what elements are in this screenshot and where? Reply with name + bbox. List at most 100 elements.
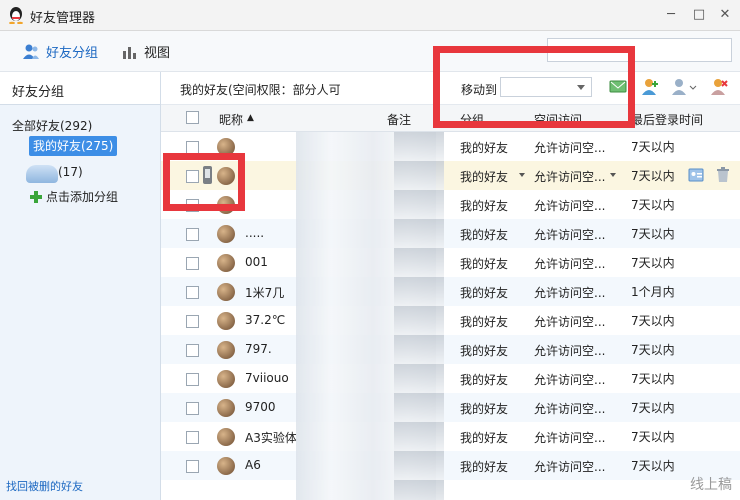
space-access-cell: 允许访问空... (534, 373, 606, 387)
space-access-cell: 允许访问空... (534, 344, 606, 358)
close-button[interactable]: ✕ (716, 6, 734, 24)
row-checkbox[interactable] (186, 286, 199, 299)
table-row[interactable]: 37.2℃ 我的好友 允许访问空... 7天以内 (161, 306, 740, 335)
friends-group-tab[interactable]: 好友分组 (22, 42, 98, 61)
blurred-group-name (26, 165, 58, 183)
sidebar-item-my-friends[interactable]: 我的好友(275) (29, 136, 118, 156)
group-cell: 我的好友 (460, 199, 509, 213)
last-login-cell: 7天以内 (631, 140, 675, 154)
bar-chart-icon (123, 46, 136, 59)
chevron-down-icon[interactable] (610, 173, 616, 177)
nickname-cell: 797. (245, 342, 272, 356)
space-access-cell: 允许访问空... (534, 257, 606, 271)
pixelated-remark-mask (394, 132, 444, 500)
sidebar-header: 好友分组 (0, 72, 160, 105)
table-row[interactable]: 001 我的好友 允许访问空... 7天以内 (161, 248, 740, 277)
group-cell: 我的好友 (460, 431, 509, 445)
avatar[interactable] (217, 370, 235, 388)
select-all-checkbox[interactable] (186, 111, 199, 124)
last-login-cell: 7天以内 (631, 227, 675, 241)
sidebar: 好友分组 全部好友(292) 我的好友(275) (17) 点击添加分组 找回被… (0, 72, 161, 500)
group-cell[interactable]: 我的好友 (460, 168, 508, 185)
header-remark[interactable]: 备注 (387, 111, 411, 128)
space-access-cell: 允许访问空... (534, 141, 606, 155)
watermark-text: 线上稿 (690, 477, 732, 493)
row-checkbox[interactable] (186, 373, 199, 386)
last-login-cell: 7天以内 (631, 343, 675, 357)
nickname-cell: 1米7几 (245, 286, 285, 300)
highlight-box-move-to (433, 46, 635, 128)
row-checkbox[interactable] (186, 460, 199, 473)
remove-friend-icon[interactable] (709, 78, 729, 96)
space-access-cell: 允许访问空... (534, 431, 606, 445)
avatar[interactable] (217, 341, 235, 359)
avatar[interactable] (217, 457, 235, 475)
sidebar-item-all-friends[interactable]: 全部好友(292) (12, 117, 92, 134)
table-row[interactable]: 797. 我的好友 允许访问空... 7天以内 (161, 335, 740, 364)
row-checkbox[interactable] (186, 344, 199, 357)
row-checkbox[interactable] (186, 315, 199, 328)
main-panel: 我的好友(空间权限：部分人可 移动到 昵称 ▲ 备注 分组 空间访问 最后登录时… (161, 72, 740, 500)
table-row[interactable]: 我的好友 允许访问空... 7天以内 (161, 190, 740, 219)
chevron-down-icon[interactable] (519, 173, 525, 177)
recover-deleted-friends-link[interactable]: 找回被删的好友 (6, 478, 83, 494)
table-row[interactable]: 我的好友 允许访问空... 7天以内 (161, 161, 740, 190)
space-access-cell: 允许访问空... (534, 402, 606, 416)
users-icon (23, 44, 39, 59)
last-login-cell: 7天以内 (631, 372, 675, 386)
row-checkbox[interactable] (186, 431, 199, 444)
nickname-cell: A3实验体 (245, 431, 297, 445)
qq-penguin-icon (9, 7, 23, 24)
table-row[interactable]: 我的好友 允许访问空... 7天以内 (161, 132, 740, 161)
group-cell: 我的好友 (460, 402, 509, 416)
avatar[interactable] (217, 254, 235, 272)
group-permission-text: 我的好友(空间权限：部分人可 (180, 83, 341, 97)
avatar[interactable] (217, 312, 235, 330)
nickname-cell: 9700 (245, 400, 276, 414)
highlight-box-row (163, 153, 245, 211)
table-row[interactable]: 7viiouo 我的好友 允许访问空... 7天以内 (161, 364, 740, 393)
avatar[interactable] (217, 283, 235, 301)
profile-card-icon[interactable] (688, 167, 704, 183)
maximize-button[interactable]: □ (690, 6, 708, 24)
last-login-cell: 7天以内 (631, 314, 675, 328)
row-checkbox[interactable] (186, 257, 199, 270)
add-group-button[interactable]: 点击添加分组 (30, 188, 118, 205)
friend-settings-icon[interactable] (671, 78, 697, 96)
last-login-cell: 7天以内 (631, 401, 675, 415)
nickname-cell: 37.2℃ (245, 313, 286, 327)
trash-icon[interactable] (716, 167, 730, 183)
view-tab[interactable]: 视图 (122, 42, 170, 61)
table-row[interactable]: ..... 我的好友 允许访问空... 7天以内 (161, 219, 740, 248)
nickname-cell: A6 (245, 458, 261, 472)
plus-icon (30, 190, 42, 203)
header-nickname[interactable]: 昵称 (219, 111, 243, 128)
friends-group-label: 好友分组 (46, 46, 99, 61)
space-access-cell[interactable]: 允许访问空... (534, 168, 605, 185)
group-cell: 我的好友 (460, 460, 509, 474)
avatar[interactable] (217, 428, 235, 446)
last-login-cell: 7天以内 (631, 430, 675, 444)
space-access-cell: 允许访问空... (534, 460, 606, 474)
space-access-cell: 允许访问空... (534, 228, 606, 242)
nickname-cell: 001 (245, 255, 268, 269)
last-login-cell: 7天以内 (631, 169, 675, 183)
minimize-button[interactable]: ─ (662, 6, 680, 24)
group-cell: 我的好友 (460, 257, 509, 271)
row-checkbox[interactable] (186, 402, 199, 415)
add-friend-icon[interactable] (640, 78, 660, 96)
sidebar-item-group-2[interactable]: (17) (26, 163, 126, 183)
space-access-cell: 允许访问空... (534, 199, 606, 213)
avatar[interactable] (217, 225, 235, 243)
table-row[interactable]: A3实验体 我的好友 允许访问空... 7天以内 (161, 422, 740, 451)
row-checkbox[interactable] (186, 228, 199, 241)
table-row[interactable]: 1米7几 我的好友 允许访问空... 1个月内 (161, 277, 740, 306)
header-last-login[interactable]: 最后登录时间 (631, 111, 703, 128)
group-2-count: (17) (58, 165, 83, 179)
avatar[interactable] (217, 399, 235, 417)
add-group-label: 点击添加分组 (46, 190, 119, 204)
last-login-cell: 1个月内 (631, 285, 675, 299)
group-cell: 我的好友 (460, 344, 509, 358)
table-row[interactable]: A6 我的好友 允许访问空... 7天以内 (161, 451, 740, 480)
table-row[interactable]: 9700 我的好友 允许访问空... 7天以内 (161, 393, 740, 422)
